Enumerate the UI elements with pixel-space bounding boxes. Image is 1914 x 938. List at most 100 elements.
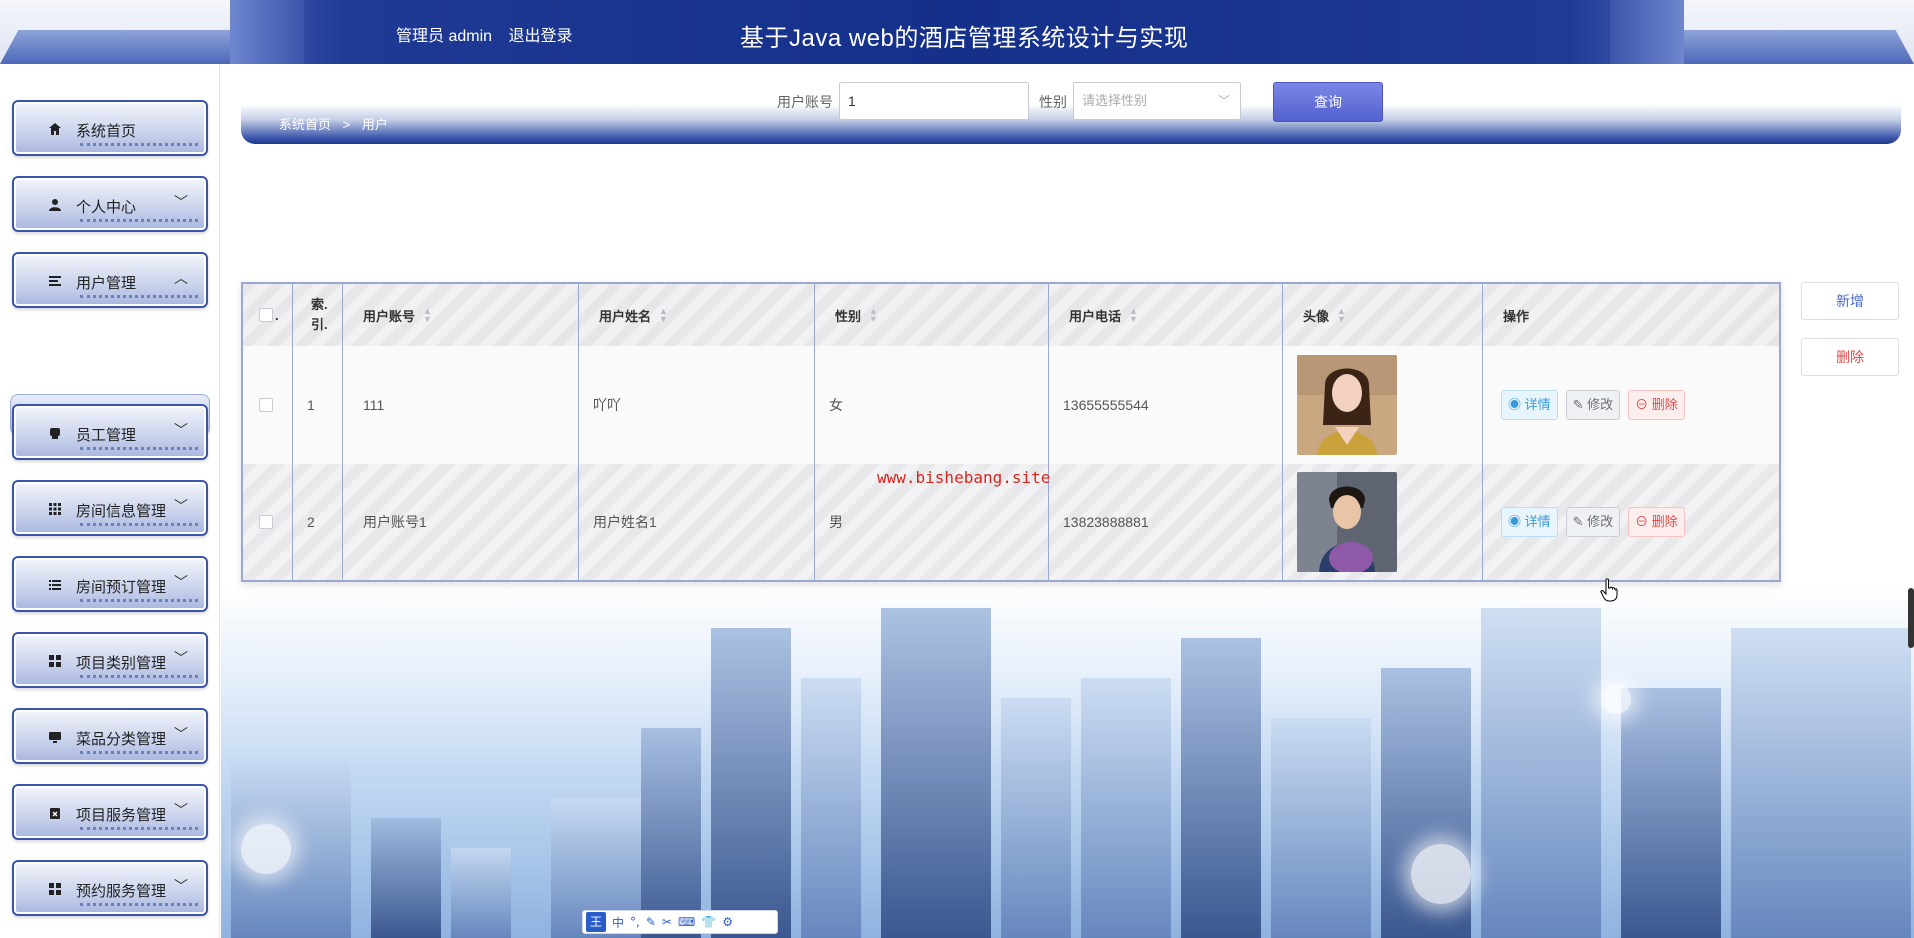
staff-icon xyxy=(48,426,62,440)
sidebar: 系统首页 个人中心 ﹀ 用户管理 ︿ 用户 员工管理 ﹀ 房间信息管理 ﹀ 房间… xyxy=(0,64,220,938)
gender-select[interactable]: 请选择性别 ﹀ xyxy=(1073,82,1241,120)
account-search-label: 用户账号 xyxy=(777,94,833,110)
row-name: 用户姓名1 xyxy=(579,464,815,580)
chevron-down-icon: ﹀ xyxy=(174,879,188,895)
select-all-checkbox[interactable] xyxy=(259,308,273,322)
home-icon xyxy=(48,122,62,136)
delete-button[interactable]: ⊖ 删除 xyxy=(1628,507,1685,537)
sidebar-item-room-info-management[interactable]: 房间信息管理 ﹀ xyxy=(12,480,208,536)
ime-logo-icon[interactable]: 王 xyxy=(586,912,606,932)
column-header-avatar[interactable]: 头像 ▲ ▼ xyxy=(1283,284,1483,346)
settings-gear-icon[interactable]: ⚙ xyxy=(722,915,733,929)
header-user-area: 管理员 admin 退出登录 xyxy=(396,22,585,46)
scissors-icon[interactable]: ✂ xyxy=(662,915,672,929)
avatar xyxy=(1297,472,1397,572)
select-all-cell: . xyxy=(243,284,293,346)
column-header-label: 性别 xyxy=(835,308,862,324)
sort-icon[interactable]: ▲ ▼ xyxy=(659,307,668,324)
header-wing-left xyxy=(0,30,230,64)
sidebar-item-label: 项目类别管理 xyxy=(76,655,167,672)
edit-button[interactable]: ✎ 修改 xyxy=(1565,390,1621,420)
table-row: 1 111 吖吖 女 13655555544 ◉ 详情 ✎ 修改 ⊖ 删除 xyxy=(243,346,1779,464)
sidebar-item-label: 房间信息管理 xyxy=(76,503,167,520)
admin-user-label: 管理员 admin xyxy=(396,28,493,45)
sort-icon[interactable]: ▲ ▼ xyxy=(423,307,432,324)
account-search-input[interactable] xyxy=(839,82,1029,120)
gender-filter-label: 性别 xyxy=(1039,94,1067,110)
row-phone: 13823888881 xyxy=(1049,464,1283,580)
query-button[interactable]: 查询 xyxy=(1273,82,1383,122)
detail-label: 详情 xyxy=(1524,514,1551,529)
main-content: 系统首页 > 用户 用户账号 性别 请选择性别 ﹀ 查询 新增 删除 . 索. … xyxy=(221,64,1914,938)
clipboard-icon xyxy=(48,806,62,820)
chevron-down-icon: ﹀ xyxy=(1217,94,1230,108)
detail-button[interactable]: ◉ 详情 xyxy=(1501,390,1558,420)
chevron-down-icon: ﹀ xyxy=(174,803,188,819)
ime-toolbar[interactable]: 王 中 °, ✎ ✂ ⌨ 👕 ⚙ xyxy=(582,910,778,934)
column-header-label: 操作 xyxy=(1503,308,1530,324)
skin-icon[interactable]: 👕 xyxy=(701,915,716,929)
column-header-label: 用户姓名 xyxy=(599,308,652,324)
breadcrumb-home-link[interactable]: 系统首页 xyxy=(279,117,331,132)
sidebar-item-dish-category-management[interactable]: 菜品分类管理 ﹀ xyxy=(12,708,208,764)
header-wing-right xyxy=(1684,30,1914,64)
row-index: 2 xyxy=(293,464,343,580)
header-step-right xyxy=(1610,0,1684,64)
sidebar-item-project-category-management[interactable]: 项目类别管理 ﹀ xyxy=(12,632,208,688)
punctuation-icon[interactable]: °, xyxy=(630,915,640,929)
sidebar-item-label: 房间预订管理 xyxy=(76,579,167,596)
batch-delete-button[interactable]: 删除 xyxy=(1801,338,1899,376)
sidebar-item-label: 员工管理 xyxy=(76,427,137,444)
row-ops: ◉ 详情 ✎ 修改 ⊖ 删除 xyxy=(1483,464,1779,580)
row-account: 用户账号1 xyxy=(343,464,579,580)
sidebar-item-label: 菜品分类管理 xyxy=(76,731,167,748)
grid-icon xyxy=(48,502,62,516)
sidebar-item-user-management[interactable]: 用户管理 ︿ xyxy=(12,252,208,308)
ime-mode-toggle[interactable]: 中 xyxy=(612,914,624,931)
sidebar-item-home[interactable]: 系统首页 xyxy=(12,100,208,156)
sidebar-item-room-booking-management[interactable]: 房间预订管理 ﹀ xyxy=(12,556,208,612)
sidebar-item-label: 系统首页 xyxy=(76,123,137,140)
chevron-down-icon: ﹀ xyxy=(174,423,188,439)
column-header-index-label: 索. 引. xyxy=(311,297,328,332)
mouse-cursor-icon xyxy=(1600,578,1618,602)
row-gender: 女 xyxy=(815,346,1049,464)
sidebar-item-label: 个人中心 xyxy=(76,199,137,216)
add-button[interactable]: 新增 xyxy=(1801,282,1899,320)
column-header-name[interactable]: 用户姓名 ▲ ▼ xyxy=(579,284,815,346)
breadcrumb-separator: > xyxy=(342,117,351,132)
chevron-up-icon: ︿ xyxy=(174,271,188,287)
keyboard-icon[interactable]: ⌨ xyxy=(678,915,695,929)
breadcrumb-bar xyxy=(241,104,1901,144)
delete-label: 删除 xyxy=(1651,397,1678,412)
edit-button[interactable]: ✎ 修改 xyxy=(1565,507,1621,537)
logout-link[interactable]: 退出登录 xyxy=(508,28,572,45)
delete-button[interactable]: ⊖ 删除 xyxy=(1628,390,1685,420)
table-header: . 索. 引. 用户账号 ▲ ▼ 用户姓名 ▲ ▼ 性别 ▲ ▼ 用户电话 ▲ ▼ xyxy=(243,284,1779,346)
avatar xyxy=(1297,355,1397,455)
row-account: 111 xyxy=(343,346,579,464)
detail-button[interactable]: ◉ 详情 xyxy=(1501,507,1558,537)
row-checkbox[interactable] xyxy=(259,398,273,412)
sort-icon[interactable]: ▲ ▼ xyxy=(869,307,878,324)
column-header-label: 用户电话 xyxy=(1069,308,1122,324)
chevron-down-icon: ﹀ xyxy=(174,499,188,515)
list-icon xyxy=(48,274,62,288)
sidebar-item-personal-center[interactable]: 个人中心 ﹀ xyxy=(12,176,208,232)
sort-icon[interactable]: ▲ ▼ xyxy=(1129,307,1138,324)
chevron-down-icon: ﹀ xyxy=(174,651,188,667)
page-scrollbar-thumb[interactable] xyxy=(1908,588,1914,648)
delete-label: 删除 xyxy=(1651,514,1678,529)
row-checkbox[interactable] xyxy=(259,515,273,529)
sidebar-item-appointment-service-management[interactable]: 预约服务管理 ﹀ xyxy=(12,860,208,916)
chevron-down-icon: ﹀ xyxy=(174,575,188,591)
pen-icon[interactable]: ✎ xyxy=(646,915,656,929)
sidebar-item-project-service-management[interactable]: 项目服务管理 ﹀ xyxy=(12,784,208,840)
column-header-gender[interactable]: 性别 ▲ ▼ xyxy=(815,284,1049,346)
chevron-down-icon: ﹀ xyxy=(174,195,188,211)
sort-icon[interactable]: ▲ ▼ xyxy=(1337,307,1346,324)
column-header-account[interactable]: 用户账号 ▲ ▼ xyxy=(343,284,579,346)
sidebar-item-staff-management[interactable]: 员工管理 ﹀ xyxy=(12,404,208,460)
column-header-ops: 操作 xyxy=(1483,284,1779,346)
column-header-phone[interactable]: 用户电话 ▲ ▼ xyxy=(1049,284,1283,346)
